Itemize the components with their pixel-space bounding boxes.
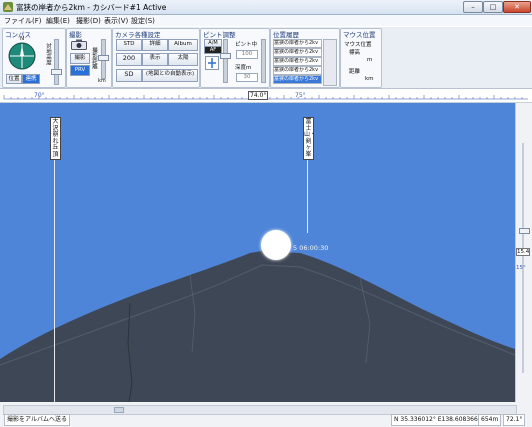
history-item[interactable]: 富狭の岸者から2kv xyxy=(273,66,322,75)
focus-distance-label: ピント中 xyxy=(235,42,258,48)
sun-marker[interactable] xyxy=(261,230,291,260)
distance-label: 距離 xyxy=(349,69,361,75)
mountain-scene xyxy=(0,251,515,402)
menu-file[interactable]: ファイル(F) xyxy=(4,16,42,26)
sun-button[interactable]: 太陽 xyxy=(168,53,198,66)
menu-view[interactable]: 表示(V) xyxy=(104,16,128,26)
zoom-200-button[interactable]: 200 xyxy=(116,53,142,66)
std-button[interactable]: STD xyxy=(116,39,142,51)
ground-height-slider[interactable] xyxy=(54,39,59,85)
menu-edit[interactable]: 編集(E) xyxy=(46,16,70,26)
maximize-button[interactable]: □ xyxy=(483,1,503,13)
position-button[interactable]: 位置 xyxy=(6,74,22,84)
history-item[interactable]: 富狭の岸者から2kv xyxy=(273,57,322,66)
altitude-label: 標高 xyxy=(349,50,361,56)
depth-slider[interactable] xyxy=(261,39,266,83)
position-history-group: 位置履歴 富狭の岸者から2kv 富狭の岸者から2kv 富狭の岸者から2kv 富狭… xyxy=(270,28,340,88)
shoot-button[interactable]: 撮影 xyxy=(70,53,90,64)
ground-height-label: 対地高度 xyxy=(45,43,51,65)
ground-height-thumb[interactable] xyxy=(51,69,62,75)
3d-view[interactable]: 5 06:00:30 大沢崩れ丘頂 富士山・剣ヶ峯 xyxy=(0,103,515,402)
map-sync-button[interactable]: (地図との自動表示) xyxy=(142,69,198,82)
camera-icon[interactable] xyxy=(71,39,87,50)
position-history-title: 位置履歴 xyxy=(273,31,299,39)
elevation-track xyxy=(522,143,524,373)
focus-slider-thumb[interactable] xyxy=(220,53,231,59)
azimuth-ruler[interactable]: 70° 74.0° 75° xyxy=(0,91,532,103)
send-to-album-button[interactable]: 撮影をアルバムへ送る xyxy=(4,414,70,426)
minimize-button[interactable]: – xyxy=(463,1,483,13)
compass-group: コンパス N 位置 連携 対地高度 xyxy=(2,28,66,88)
depth-label: 深度m xyxy=(235,65,252,71)
ruler-right-label: 75° xyxy=(295,92,306,99)
ruler-center-label: 74.0° xyxy=(248,91,269,100)
horizontal-scroll-thumb[interactable] xyxy=(114,407,124,413)
menu-bar: ファイル(F) 編集(E) 撮影(D) 表示(V) 設定(S) xyxy=(0,15,532,26)
mouse-position-label: マウス位置 xyxy=(344,42,372,48)
title-bar: 富狭の岸者から2km - カシバード#1 Active – □ ✕ xyxy=(0,0,532,15)
compass-north-label: N xyxy=(20,36,25,42)
detail-button[interactable]: 詳細 xyxy=(142,39,168,51)
menu-shoot[interactable]: 撮影(D) xyxy=(76,16,101,26)
elevation-top-label: 15.4 xyxy=(516,248,531,256)
landmark-line-right xyxy=(307,151,308,233)
compass-group-title: コンパス xyxy=(5,31,31,39)
window-title: 富狭の岸者から2km - カシバード#1 Active xyxy=(16,3,167,12)
sun-time-label: 5 06:00:30 xyxy=(293,244,329,252)
preview-button[interactable]: PRV xyxy=(70,65,90,76)
elevation-ruler[interactable]: 15.4 15° xyxy=(515,103,532,402)
focus-distance-field[interactable]: 100 xyxy=(236,50,258,59)
camera-settings-group: カメラ各種設定 STD 詳細 Album 200 表示 太陽 SD (地図との自… xyxy=(112,28,200,88)
shoot-distance-unit: km xyxy=(98,78,106,84)
history-item[interactable]: 富狭の岸者から2kv xyxy=(273,48,322,57)
mouse-position-title: マウス位置 xyxy=(343,31,376,39)
mouse-position-group: マウス位置 マウス位置 標高 m 距離 km xyxy=(340,28,382,88)
history-item[interactable]: 富狭の岸者から2kv xyxy=(273,39,322,48)
album-button[interactable]: Album xyxy=(168,39,198,51)
focus-group-title: ピント調整 xyxy=(203,31,236,39)
shoot-group-title: 撮影 xyxy=(69,31,82,39)
toolbar: コンパス N 位置 連携 対地高度 撮影 撮影 PRV 撮影距離 km カメラ各… xyxy=(0,27,532,89)
elevation-thumb[interactable] xyxy=(519,228,530,234)
coordinates-readout: N 35.336012° E138.608366° xyxy=(391,414,484,426)
history-scrollbar[interactable] xyxy=(323,39,337,86)
app-icon xyxy=(3,2,13,12)
ruler-left-label: 70° xyxy=(34,92,45,99)
shoot-group: 撮影 撮影 PRV 撮影距離 km xyxy=(66,28,112,88)
compass-dial[interactable] xyxy=(7,41,37,71)
altitude-readout: 654m xyxy=(478,414,502,426)
landmark-label-right[interactable]: 富士山・剣ヶ峯 xyxy=(303,117,316,160)
status-bar: 撮影をアルバムへ送る N 35.336012° E138.608366° 654… xyxy=(0,402,532,427)
focus-adjust-icon[interactable] xyxy=(205,56,219,70)
shoot-distance-thumb[interactable] xyxy=(98,55,109,61)
altitude-value: m xyxy=(367,57,373,63)
angle-readout: 72.1° xyxy=(503,414,526,426)
camera-settings-title: カメラ各種設定 xyxy=(115,31,161,39)
menu-settings[interactable]: 設定(S) xyxy=(131,16,155,26)
display-button[interactable]: 表示 xyxy=(142,53,168,66)
focus-slider[interactable] xyxy=(223,39,228,83)
landmark-line-left xyxy=(54,151,55,402)
sd-button[interactable]: SD xyxy=(116,69,142,82)
focus-group: ピント調整 A/M AF ピント中 100 深度m 30 xyxy=(200,28,270,88)
elevation-bottom-label: 15° xyxy=(516,265,526,271)
landmark-label-left[interactable]: 大沢崩れ丘頂 xyxy=(50,117,61,160)
distance-value: km xyxy=(365,76,374,82)
close-button[interactable]: ✕ xyxy=(503,1,531,13)
depth-field[interactable]: 30 xyxy=(236,73,258,82)
shoot-distance-label: 撮影距離 xyxy=(91,47,97,69)
link-button[interactable]: 連携 xyxy=(22,74,40,84)
history-item-selected[interactable]: 富狭の岸者から2kv xyxy=(273,75,322,84)
